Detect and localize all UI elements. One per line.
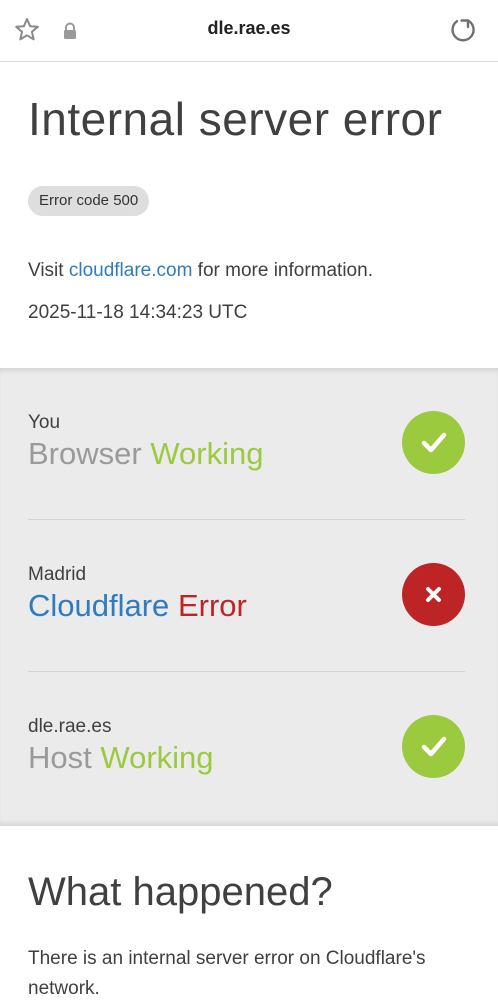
status-line: Host Working (28, 740, 214, 776)
page-title: Internal server error (28, 93, 443, 145)
address-bar-url[interactable]: dle.rae.es (0, 18, 498, 39)
status-state: Error (177, 588, 247, 623)
section-heading: What happened? (28, 870, 333, 914)
status-row-host: dle.rae.es Host Working (28, 672, 465, 824)
status-row-cloudflare: Madrid Cloudflare Error (28, 520, 465, 672)
status-name: Cloudflare (28, 588, 170, 623)
error-timestamp: 2025-11-18 14:34:23 UTC (28, 302, 248, 323)
status-line: Cloudflare Error (28, 588, 247, 624)
visit-info: Visit cloudflare.com for more informatio… (28, 260, 373, 282)
visit-suffix: for more information. (192, 260, 373, 281)
x-icon (426, 587, 441, 602)
status-location: You (28, 412, 61, 433)
browser-toolbar: dle.rae.es (0, 0, 498, 62)
status-name: Browser (28, 436, 142, 471)
check-icon (421, 432, 447, 453)
status-error-indicator (402, 563, 465, 626)
status-location: Madrid (28, 564, 87, 585)
status-state: Working (100, 740, 214, 775)
status-ok-indicator (402, 715, 465, 778)
status-row-browser: You Browser Working (28, 368, 465, 520)
check-icon (421, 736, 447, 757)
reload-icon[interactable] (448, 15, 478, 45)
section-text: There is an internal server error on Clo… (28, 948, 426, 999)
visit-prefix: Visit (28, 260, 69, 281)
status-panel: You Browser Working Madrid Cloudflare Er… (0, 368, 498, 826)
status-location: dle.rae.es (28, 716, 112, 737)
error-header: Internal server error Error code 500 Vis… (0, 62, 498, 368)
what-happened-section: What happened? There is an internal serv… (0, 826, 498, 1000)
status-name: Host (28, 740, 92, 775)
cloudflare-link[interactable]: cloudflare.com (69, 260, 193, 281)
status-ok-indicator (402, 411, 465, 474)
status-line: Browser Working (28, 436, 263, 472)
status-state: Working (150, 436, 264, 471)
error-code-badge: Error code 500 (28, 186, 150, 216)
